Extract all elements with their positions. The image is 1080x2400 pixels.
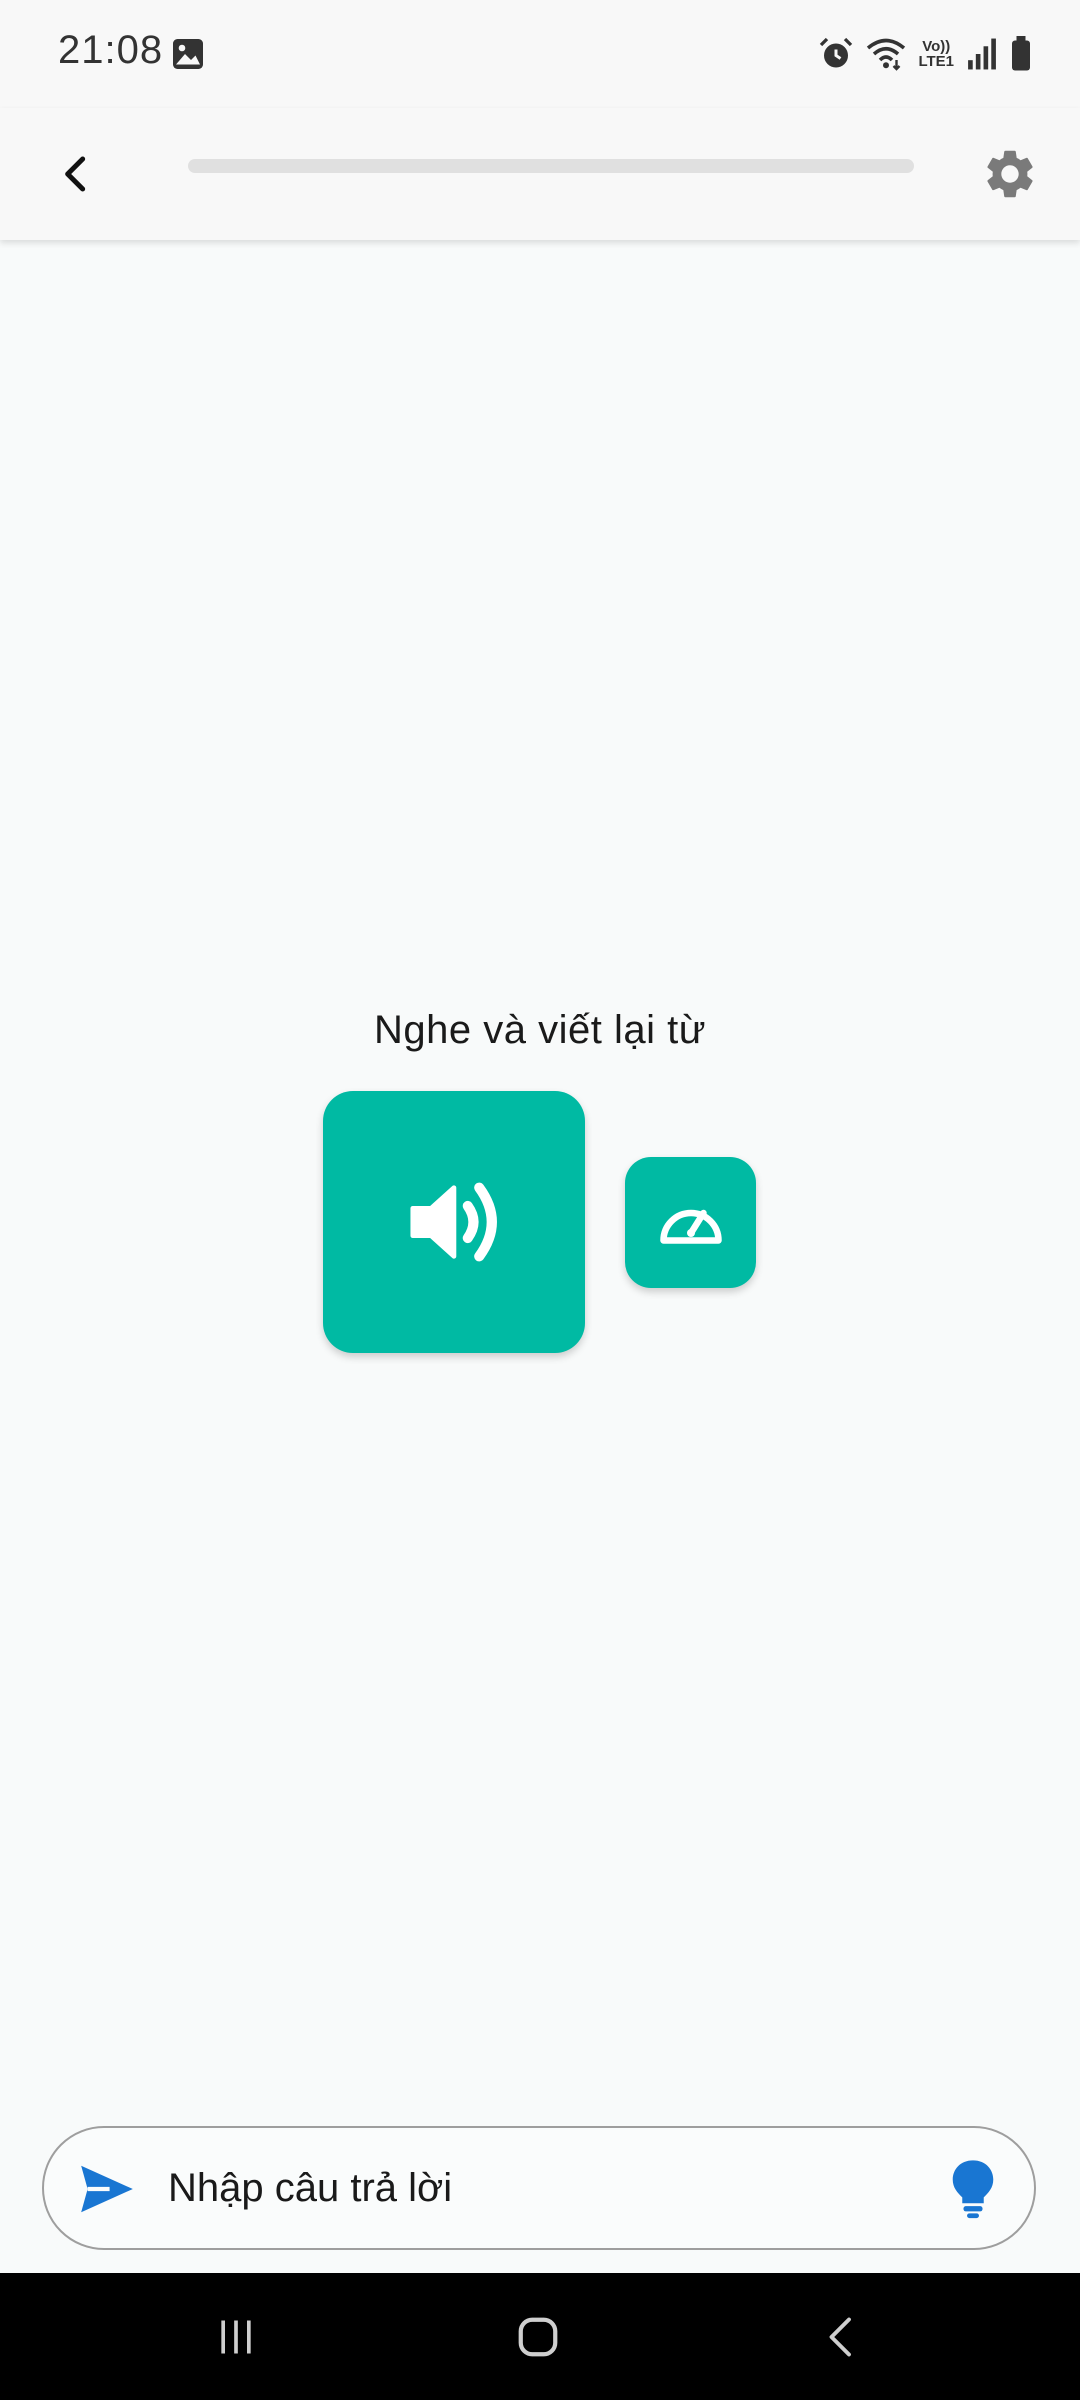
answer-input[interactable]: [168, 2156, 948, 2220]
app-bar: [0, 108, 1080, 240]
wifi-icon: [867, 38, 906, 71]
chevron-left-icon: [65, 156, 86, 192]
speedometer-icon: [659, 1209, 722, 1244]
recents-icon: [221, 2320, 251, 2354]
gear-icon: [987, 150, 1033, 198]
battery-icon: [1012, 36, 1030, 71]
send-icon[interactable]: [76, 2158, 138, 2220]
back-icon: [829, 2317, 851, 2357]
settings-button[interactable]: [970, 134, 1050, 214]
home-icon: [518, 2317, 558, 2357]
signal-icon: [968, 38, 996, 70]
nav-back-button[interactable]: [782, 2295, 902, 2379]
home-button[interactable]: [478, 2295, 598, 2379]
gallery-icon: [173, 39, 203, 69]
lesson-progress-bar: [188, 159, 914, 173]
system-nav-bar: [0, 2273, 1080, 2400]
exercise-prompt: Nghe và viết lại từ: [374, 1008, 706, 1052]
lightbulb-icon[interactable]: [948, 2158, 998, 2220]
volte-line1: Vo)): [922, 38, 951, 55]
volte-line2: LTE1: [918, 53, 954, 70]
status-icons: Vo)) LTE1: [818, 30, 1032, 78]
play-audio-button[interactable]: [323, 1091, 585, 1353]
playback-speed-button[interactable]: [625, 1157, 756, 1288]
recents-button[interactable]: [176, 2295, 296, 2379]
volte-icon: Vo)) LTE1: [918, 39, 954, 69]
back-button[interactable]: [40, 138, 112, 210]
answer-bar: [42, 2126, 1036, 2250]
screen: 21:08 Vo)) LTE1 Nghe và viết lại từ Nhập…: [0, 0, 1080, 2400]
alarm-icon: [820, 37, 853, 68]
status-bar: 21:08 Vo)) LTE1: [0, 0, 1080, 108]
speaker-icon: [410, 1182, 497, 1262]
status-time: 21:08: [58, 28, 164, 72]
